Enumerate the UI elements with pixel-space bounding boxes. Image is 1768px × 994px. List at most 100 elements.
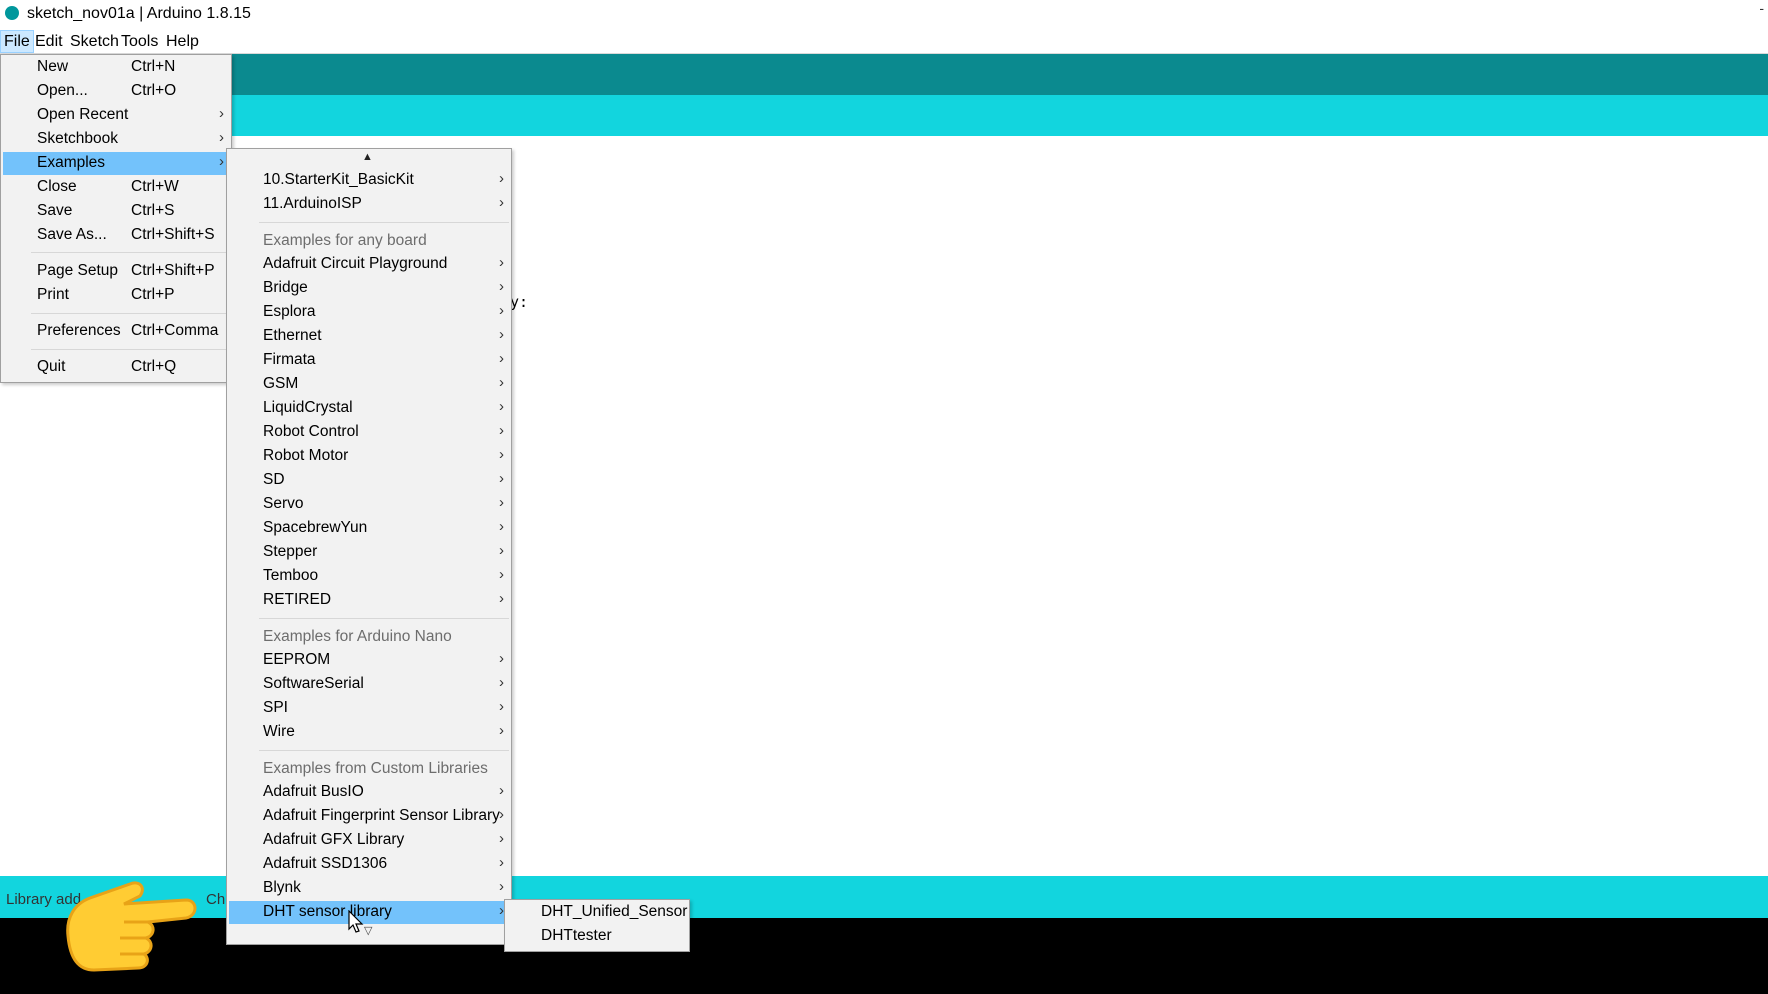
example-library-item[interactable]: Servo › xyxy=(229,493,509,516)
menu-help[interactable]: Help xyxy=(163,31,202,52)
example-library-item[interactable]: Temboo › xyxy=(229,565,509,588)
example-library-item[interactable]: Ethernet › xyxy=(229,325,509,348)
file-menu: New Ctrl+N Open... Ctrl+O Open Recent › … xyxy=(0,54,232,383)
menu-bar: File Edit Sketch Tools Help xyxy=(0,29,1768,54)
menu-item-label: Firmata xyxy=(263,351,316,368)
chevron-right-icon: › xyxy=(499,470,504,487)
menu-item-shortcut: Ctrl+P xyxy=(131,286,175,303)
example-library-item[interactable]: SoftwareSerial › xyxy=(229,673,509,696)
menu-item-label: Robot Control xyxy=(263,423,359,440)
example-library-item[interactable]: Stepper › xyxy=(229,541,509,564)
menu-item-label: Blynk xyxy=(263,879,301,896)
chevron-right-icon: › xyxy=(219,129,224,146)
menu-item-shortcut: Ctrl+W xyxy=(131,178,179,195)
example-library-item[interactable]: Bridge › xyxy=(229,277,509,300)
example-dht-unified-sensor[interactable]: DHT_Unified_Sensor xyxy=(507,901,687,924)
menu-item-label: 11.ArduinoISP xyxy=(263,195,362,212)
example-dhttester[interactable]: DHTtester xyxy=(507,925,687,948)
example-arduinoisp[interactable]: 11.ArduinoISP › xyxy=(229,193,509,216)
menu-item-page-setup[interactable]: Page Setup Ctrl+Shift+P xyxy=(3,260,229,283)
menu-item-label: Open... xyxy=(37,82,88,99)
example-library-item[interactable]: Adafruit GFX Library › xyxy=(229,829,509,852)
chevron-right-icon: › xyxy=(499,518,504,535)
chevron-right-icon: › xyxy=(499,566,504,583)
toolbar xyxy=(0,54,1768,95)
menu-separator xyxy=(31,252,227,253)
menu-item-label: New xyxy=(37,58,69,75)
menu-item-label: Print xyxy=(37,286,69,303)
chevron-right-icon: › xyxy=(499,674,504,691)
menu-separator xyxy=(259,618,509,619)
example-library-item[interactable]: Wire › xyxy=(229,721,509,744)
example-starterkit[interactable]: 10.StarterKit_BasicKit › xyxy=(229,169,509,192)
chevron-right-icon: › xyxy=(499,542,504,559)
chevron-right-icon: › xyxy=(499,350,504,367)
chevron-right-icon: › xyxy=(499,590,504,607)
menu-item-open[interactable]: Open... Ctrl+O xyxy=(3,80,229,103)
section-header-any-board: Examples for any board xyxy=(263,232,427,249)
menu-sketch[interactable]: Sketch xyxy=(67,31,122,52)
menu-item-save[interactable]: Save Ctrl+S xyxy=(3,200,229,223)
chevron-right-icon: › xyxy=(499,194,504,211)
example-library-item[interactable]: SpacebrewYun › xyxy=(229,517,509,540)
editor-text-fragment: y: xyxy=(510,293,529,311)
menu-item-save-as[interactable]: Save As... Ctrl+Shift+S xyxy=(3,224,229,247)
chevron-right-icon: › xyxy=(499,650,504,667)
example-library-item[interactable]: Robot Motor › xyxy=(229,445,509,468)
menu-item-label: DHT sensor library xyxy=(263,903,392,920)
menu-item-shortcut: Ctrl+Shift+P xyxy=(131,262,215,279)
example-library-item[interactable]: Adafruit Fingerprint Sensor Library › xyxy=(229,805,509,828)
example-library-item[interactable]: RETIRED › xyxy=(229,589,509,612)
menu-item-label: Adafruit SSD1306 xyxy=(263,855,388,872)
menu-tools[interactable]: Tools xyxy=(118,31,161,52)
menu-item-label: RETIRED xyxy=(263,591,332,608)
minimize-button[interactable]: - xyxy=(1759,0,1764,16)
menu-item-quit[interactable]: Quit Ctrl+Q xyxy=(3,356,229,379)
menu-item-label: SpacebrewYun xyxy=(263,519,368,536)
example-library-item[interactable]: EEPROM › xyxy=(229,649,509,672)
example-library-item[interactable]: SPI › xyxy=(229,697,509,720)
example-library-item[interactable]: Esplora › xyxy=(229,301,509,324)
chevron-right-icon: › xyxy=(499,398,504,415)
menu-item-open-recent[interactable]: Open Recent › xyxy=(3,104,229,127)
chevron-right-icon: › xyxy=(499,494,504,511)
menu-separator xyxy=(259,222,509,223)
menu-item-close[interactable]: Close Ctrl+W xyxy=(3,176,229,199)
menu-item-shortcut: Ctrl+Comma xyxy=(131,322,219,339)
menu-item-print[interactable]: Print Ctrl+P xyxy=(3,284,229,307)
scroll-up-arrow-icon[interactable]: ▲ xyxy=(362,151,373,163)
example-library-item[interactable]: DHT sensor library › xyxy=(229,901,509,924)
chevron-right-icon: › xyxy=(219,105,224,122)
menu-item-label: Open Recent xyxy=(37,106,129,123)
example-library-item[interactable]: SD › xyxy=(229,469,509,492)
menu-item-label: Adafruit Circuit Playground xyxy=(263,255,448,272)
menu-item-label: LiquidCrystal xyxy=(263,399,353,416)
menu-separator xyxy=(31,313,227,314)
example-library-item[interactable]: GSM › xyxy=(229,373,509,396)
chevron-right-icon: › xyxy=(499,254,504,271)
example-library-item[interactable]: Blynk › xyxy=(229,877,509,900)
chevron-right-icon: › xyxy=(499,302,504,319)
menu-item-label: Preferences xyxy=(37,322,121,339)
menu-file[interactable]: File xyxy=(0,30,34,53)
title-bar xyxy=(0,0,1768,28)
example-library-item[interactable]: Adafruit BusIO › xyxy=(229,781,509,804)
menu-item-label: Bridge xyxy=(263,279,308,296)
menu-edit[interactable]: Edit xyxy=(32,31,66,52)
menu-item-sketchbook[interactable]: Sketchbook › xyxy=(3,128,229,151)
example-library-item[interactable]: Firmata › xyxy=(229,349,509,372)
example-library-item[interactable]: LiquidCrystal › xyxy=(229,397,509,420)
example-library-item[interactable]: Robot Control › xyxy=(229,421,509,444)
arduino-logo-icon xyxy=(5,6,19,20)
menu-item-examples[interactable]: Examples › xyxy=(3,152,229,175)
menu-item-label: DHTtester xyxy=(541,927,612,944)
example-library-item[interactable]: Adafruit SSD1306 › xyxy=(229,853,509,876)
menu-item-preferences[interactable]: Preferences Ctrl+Comma xyxy=(3,320,229,343)
menu-item-label: Stepper xyxy=(263,543,318,560)
menu-item-label: Close xyxy=(37,178,77,195)
menu-item-label: Examples xyxy=(37,154,106,171)
menu-item-new[interactable]: New Ctrl+N xyxy=(3,56,229,79)
example-library-item[interactable]: Adafruit Circuit Playground › xyxy=(229,253,509,276)
chevron-right-icon: › xyxy=(499,374,504,391)
section-header-custom: Examples from Custom Libraries xyxy=(263,760,488,777)
